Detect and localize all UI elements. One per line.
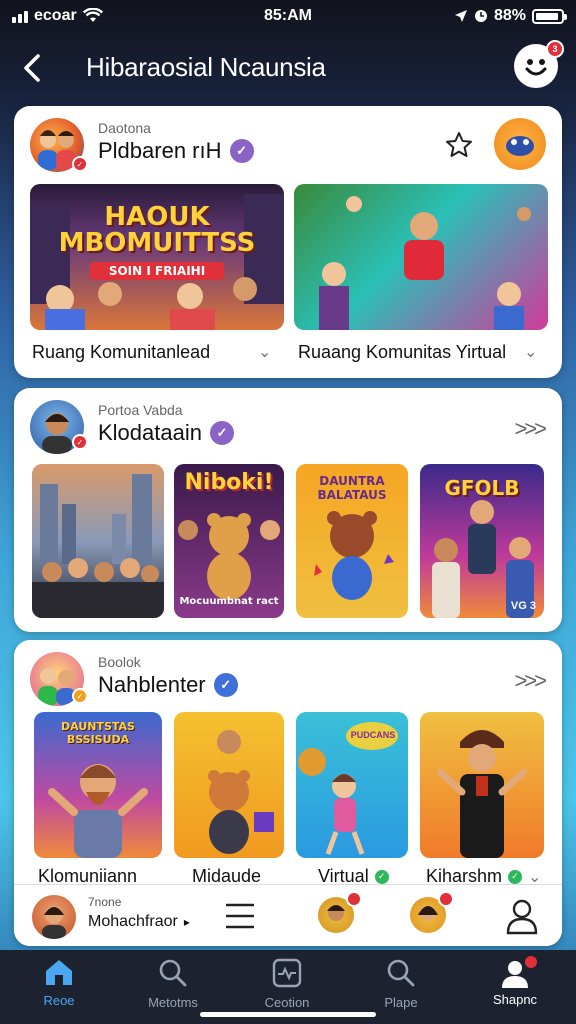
thumbnail-9[interactable]: PUDCANS — [296, 712, 408, 858]
nav-activity[interactable]: Ceotion — [242, 958, 332, 1010]
thumbnail-3[interactable] — [32, 464, 164, 618]
thumbnail-headline: DAUNTRA BALATAUS — [317, 474, 387, 502]
thumbnail-caption: Ruang Komunitanlead — [32, 342, 210, 363]
thumbnail-headline: HAOUK MBOMUITTSS — [58, 202, 256, 258]
thumbnail-10[interactable] — [420, 712, 544, 858]
online-status-icon: ✓ — [374, 869, 389, 884]
thumbnail-1[interactable]: HAOUK MBOMUITTSS SOIN I FRIAIHI — [30, 184, 284, 330]
menu-icon[interactable] — [224, 901, 256, 931]
thumbnail-subline: SOIN I FRIAIHI — [90, 262, 224, 280]
nav-label: Plape — [384, 995, 418, 1010]
mini-player-title: Mohachfraor ▸ — [88, 913, 190, 931]
thumbnail-illustration — [436, 730, 528, 858]
mini-player[interactable]: 7none Mohachfraor ▸ — [14, 884, 562, 946]
verified-badge: ✓ — [72, 434, 88, 450]
card-header: ✓ Portoa Vabda Klodataain ✓ >>> — [14, 388, 562, 458]
community-card-2[interactable]: ✓ Portoa Vabda Klodataain ✓ >>> Niboki! … — [14, 388, 562, 632]
thumbnail-illustration — [319, 196, 531, 330]
thumbnail-headline: GFOLB — [444, 476, 520, 500]
home-indicator[interactable] — [200, 1012, 376, 1017]
notification-badge — [346, 891, 362, 907]
chevron-down-icon[interactable]: ⌄ — [258, 342, 271, 362]
nav-label: Reoe — [43, 993, 75, 1008]
thumbnail-headline: PUDCANS — [350, 730, 396, 740]
chevron-left-icon — [24, 54, 40, 82]
verified-icon: ✓ — [209, 421, 234, 445]
card-subtitle: Portoa Vabda — [98, 402, 183, 418]
card-title-text: Klodataain — [98, 420, 202, 445]
thumbnail-illustration — [208, 730, 274, 854]
location-icon — [454, 10, 467, 22]
mini-player-subtitle: 7none — [88, 895, 122, 909]
nav-explore[interactable]: Plape — [356, 958, 446, 1010]
page-title: Hibaraosial Ncaunsia — [86, 52, 326, 82]
activity-icon — [272, 958, 302, 988]
chevron-down-icon[interactable]: ⌄ — [524, 342, 537, 362]
nav-label: Metotms — [148, 995, 198, 1010]
card-subtitle: Daotona — [98, 120, 151, 136]
status-bar: ecoar 85:AM 88% — [0, 0, 576, 34]
search-icon — [387, 959, 415, 987]
card-title: Nahblenter ✓ — [98, 672, 238, 698]
verified-badge: ✓ — [72, 156, 88, 172]
thumbnail-7[interactable]: DAUNTSTAS BSSISUDA — [34, 712, 162, 858]
verified-icon: ✓ — [229, 139, 254, 163]
caption-text: Ruang Komunitanlead — [32, 342, 211, 362]
verified-icon: ✓ — [213, 673, 238, 697]
online-status-icon: ✓ — [508, 869, 523, 884]
card-subtitle: Boolok — [98, 654, 141, 670]
card-header: ✓ Boolok Nahblenter ✓ >>> — [14, 640, 562, 710]
card-title: Klodataain ✓ — [98, 420, 234, 446]
caption-text: Ruaang Komunitas Yirtual — [298, 342, 507, 362]
status-right: 88% — [454, 7, 567, 25]
see-more-button[interactable]: >>> — [514, 416, 547, 442]
notification-badge — [523, 954, 539, 970]
alarm-icon — [474, 10, 487, 22]
card-header: ✓ Daotona Pldbaren rıH ✓ — [14, 106, 562, 176]
card-title: Pldbaren rıH ✓ — [98, 138, 254, 164]
battery-icon — [532, 8, 567, 24]
thumbnail-5[interactable]: DAUNTRA BALATAUS — [296, 464, 408, 618]
profile-icon[interactable] — [504, 897, 540, 935]
search-icon — [159, 959, 187, 987]
community-card-1[interactable]: ✓ Daotona Pldbaren rıH ✓ HAOUK MBOMUITTS… — [14, 106, 562, 378]
notification-badge — [438, 891, 454, 907]
profile-icon — [499, 954, 539, 988]
friend-avatar[interactable] — [410, 891, 454, 933]
verified-badge: ✓ — [72, 688, 88, 704]
thumbnail-footer: Mocuumbnat ract — [179, 596, 279, 607]
mini-player-title-text: Mohachfraor — [88, 913, 178, 930]
chevron-right-icon[interactable]: ▸ — [184, 915, 190, 929]
back-button[interactable] — [14, 50, 50, 86]
thumbnail-illustration — [32, 474, 164, 618]
nav-label: Ceotion — [264, 995, 310, 1010]
card-title-text: Nahblenter — [98, 672, 206, 697]
thumbnail-8[interactable] — [174, 712, 284, 858]
thumbnail-4[interactable]: Niboki! Mocuumbnat ract — [174, 464, 284, 618]
profile-avatar-button[interactable]: 3 — [514, 40, 564, 88]
battery-label: 88% — [493, 7, 526, 24]
avatar[interactable] — [32, 895, 76, 939]
thumbnail-caption: Ruaang Komunitas Yirtual — [298, 342, 506, 363]
reward-icon[interactable] — [494, 118, 546, 170]
home-icon — [46, 960, 72, 985]
nav-label: Shapnc — [492, 992, 538, 1007]
card-title-text: Pldbaren rıH — [98, 138, 222, 163]
star-icon[interactable] — [444, 130, 474, 160]
friend-avatar[interactable] — [318, 891, 362, 933]
thumbnail-footer: VG 3 — [510, 600, 536, 612]
nav-home[interactable]: Reoe — [14, 958, 104, 1008]
thumbnail-headline: Niboki! — [184, 470, 274, 495]
app-header: Hibaraosial Ncaunsia 3 — [0, 38, 576, 98]
notification-badge: 3 — [546, 40, 564, 58]
thumbnail-headline: DAUNTSTAS BSSISUDA — [61, 720, 135, 746]
thumbnail-6[interactable]: GFOLB VG 3 — [420, 464, 544, 618]
see-more-button[interactable]: >>> — [514, 668, 547, 694]
nav-search[interactable]: Metotms — [128, 958, 218, 1010]
nav-profile[interactable]: Shapnc — [470, 954, 560, 1007]
thumbnail-2[interactable] — [294, 184, 548, 330]
